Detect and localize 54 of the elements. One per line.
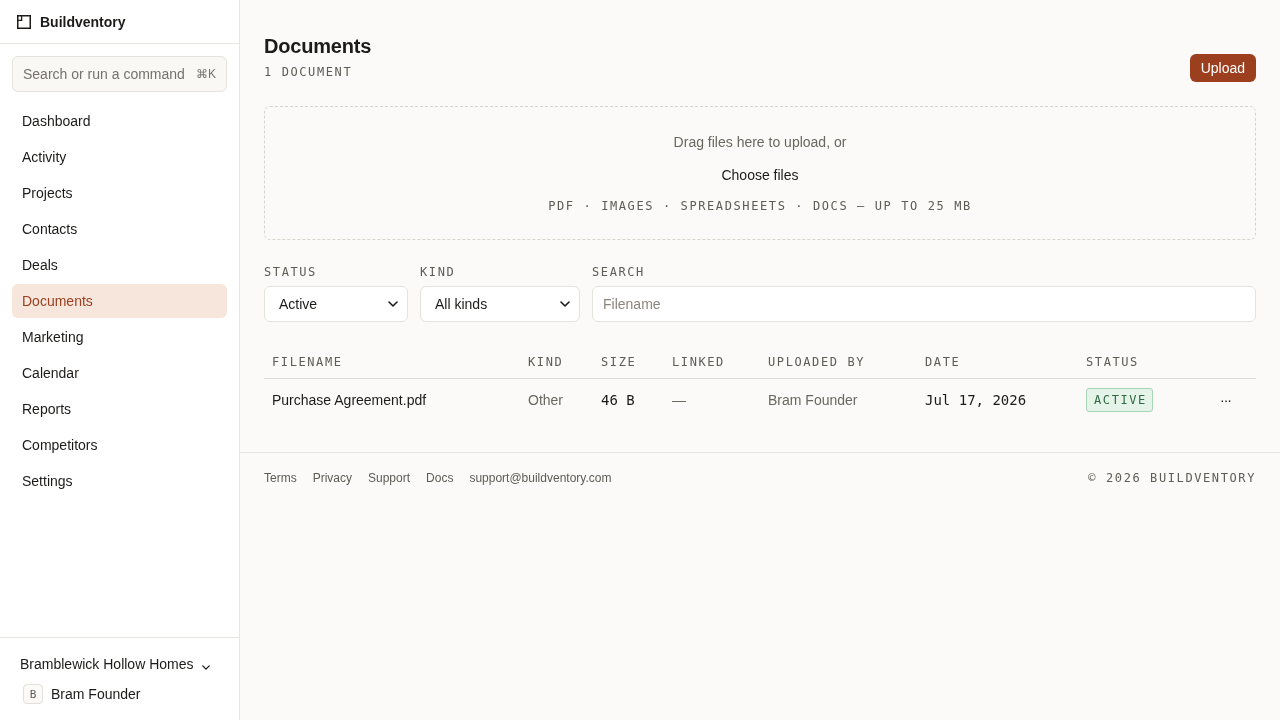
upload-button[interactable]: Upload xyxy=(1189,54,1256,82)
table-cell-text: — xyxy=(671,391,687,410)
nav-item[interactable]: Calendar xyxy=(12,356,227,390)
nav-item[interactable]: Dashboard xyxy=(12,104,227,138)
column-header: FILENAME xyxy=(271,354,344,370)
chevron-down-icon xyxy=(560,301,570,307)
document-count: 1 DOCUMENT xyxy=(264,64,354,80)
column-header: STATUS xyxy=(1085,354,1140,370)
square-logo-icon xyxy=(17,14,31,29)
status-badge: ACTIVE xyxy=(1086,388,1153,412)
choose-files-button[interactable]: Choose files xyxy=(721,165,799,185)
nav-item[interactable]: Projects xyxy=(12,176,227,210)
footer-link[interactable]: Terms xyxy=(264,470,297,486)
upload-dropzone[interactable]: Drag files here to upload, or Choose files PDF · IMAGES · SPREADSHEETS · DOCS — UP TO 25 MB xyxy=(264,106,1256,240)
nav-item[interactable]: Activity xyxy=(12,140,227,174)
table-cell-text: 46 B xyxy=(600,391,636,410)
footer-link[interactable]: Docs xyxy=(426,470,454,486)
brand-name: Buildventory xyxy=(40,13,126,30)
column-header: SIZE xyxy=(600,354,638,370)
filter-select[interactable]: All kinds xyxy=(420,286,580,322)
column-header: KIND xyxy=(527,354,565,370)
workspace-switcher[interactable]: Bramblewick Hollow Homes xyxy=(20,654,210,674)
filter-label: STATUS xyxy=(264,264,318,280)
nav-item[interactable]: Settings xyxy=(12,464,227,498)
search-field[interactable]: Filename xyxy=(592,286,1256,322)
footer-link[interactable]: support@buildventory.com xyxy=(469,470,612,486)
chevron-down-icon xyxy=(201,664,210,670)
nav-item[interactable]: Competitors xyxy=(12,428,227,462)
user-avatar: B xyxy=(23,684,43,704)
chevron-down-icon xyxy=(388,301,398,307)
page-title: Documents xyxy=(264,34,372,59)
nav-item[interactable]: Marketing xyxy=(12,320,227,354)
filter-label: SEARCH xyxy=(592,264,646,280)
user-name: Bram Founder xyxy=(51,686,141,702)
filter-label: KIND xyxy=(420,264,457,280)
table-cell-text: Purchase Agreement.pdf xyxy=(271,391,428,410)
more-actions-button[interactable]: ··· xyxy=(1216,390,1235,410)
column-header: UPLOADED BY xyxy=(767,354,867,370)
footer-link[interactable]: Privacy xyxy=(312,470,352,486)
column-header: LINKED xyxy=(671,354,726,370)
table-cell-text: Other xyxy=(527,391,564,410)
column-header: DATE xyxy=(924,354,962,370)
dropzone-prompt: Drag files here to upload, or xyxy=(673,133,847,152)
nav-item[interactable]: Documents xyxy=(12,284,227,318)
shortcut-hint: ⌘K xyxy=(196,67,216,81)
table-cell-text: Bram Founder xyxy=(767,391,859,410)
filter-select[interactable]: Active xyxy=(264,286,408,322)
nav-item[interactable]: Reports xyxy=(12,392,227,426)
nav-item[interactable]: Deals xyxy=(12,248,227,282)
table-cell-text: Jul 17, 2026 xyxy=(924,391,1028,410)
footer-link[interactable]: Support xyxy=(368,470,411,486)
copyright-text: © 2026 BUILDVENTORY xyxy=(1088,470,1256,486)
file-types-hint: PDF · IMAGES · SPREADSHEETS · DOCS — UP TO 25 MB xyxy=(548,198,972,214)
nav-item[interactable]: Contacts xyxy=(12,212,227,246)
